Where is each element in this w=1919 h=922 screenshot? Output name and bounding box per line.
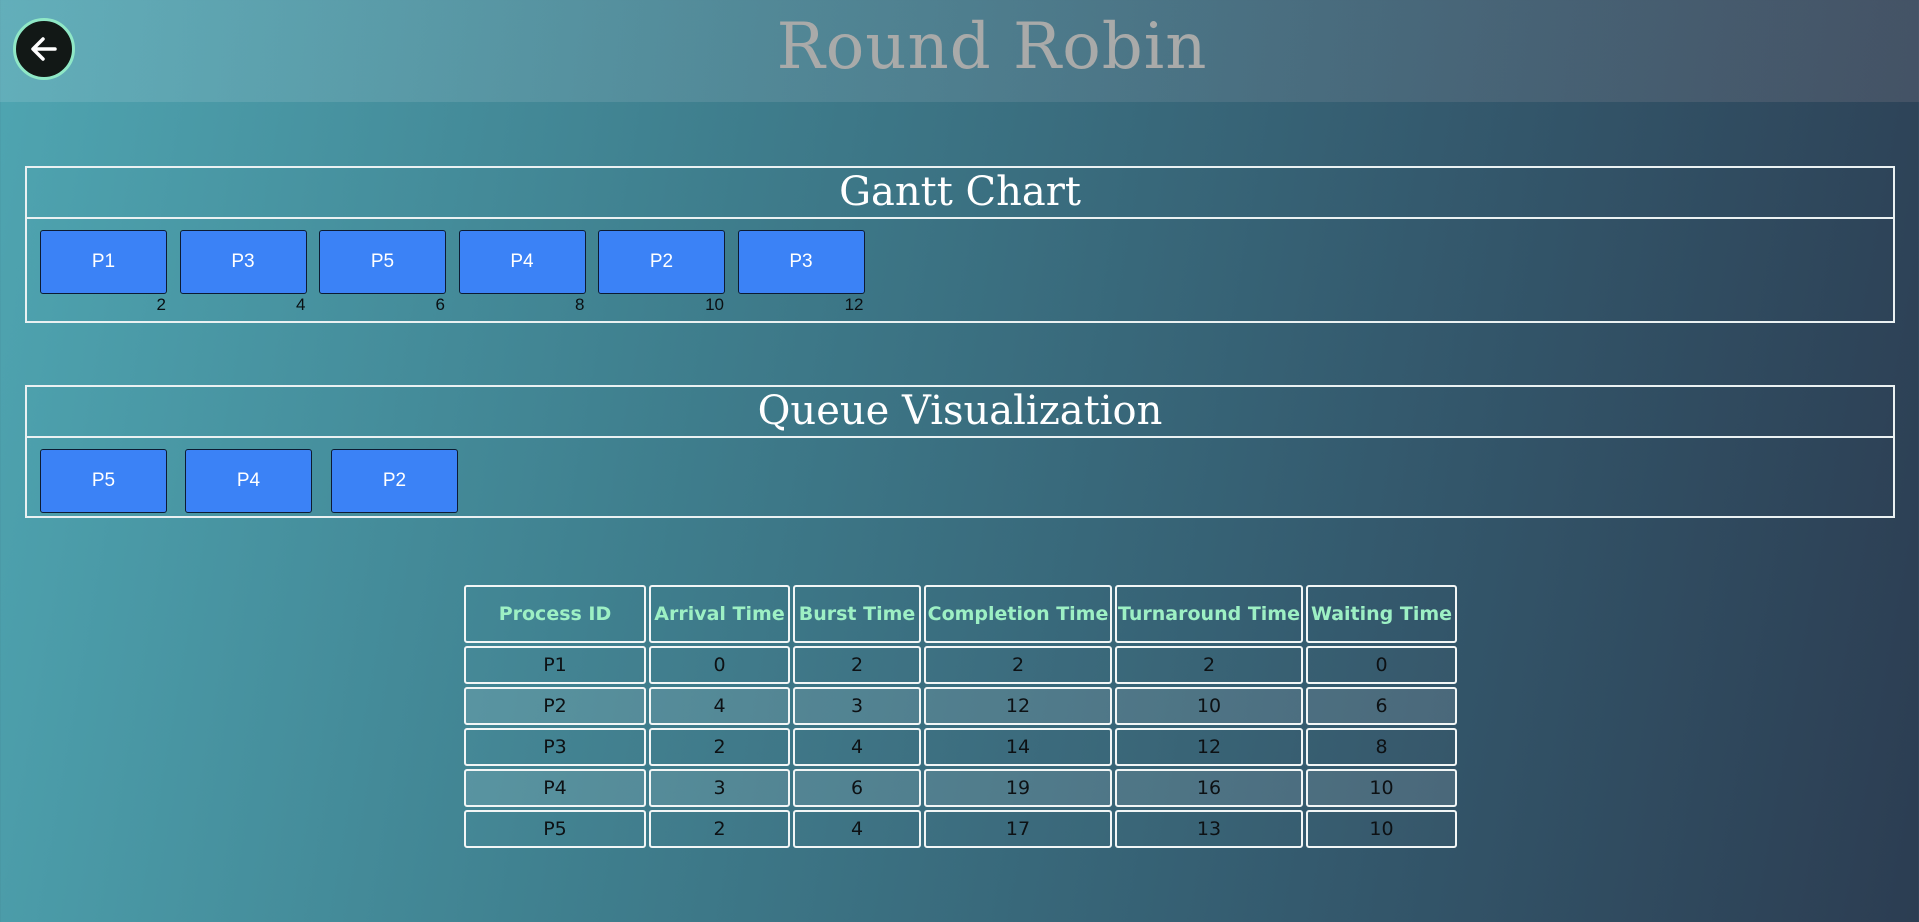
cell-arrival-time: 0: [649, 646, 790, 684]
cell-completion-time: 17: [924, 810, 1112, 848]
table-row: P5 2 4 17 13 10: [464, 810, 1457, 848]
cell-process-id: P4: [464, 769, 646, 807]
header-turnaround-time: Turnaround Time: [1115, 585, 1303, 643]
cell-process-id: P1: [464, 646, 646, 684]
header-completion-time: Completion Time: [924, 585, 1112, 643]
cell-arrival-time: 2: [649, 810, 790, 848]
cell-process-id: P2: [464, 687, 646, 725]
cell-waiting-time: 0: [1306, 646, 1457, 684]
cell-process-id: P5: [464, 810, 646, 848]
queue-item: P5: [40, 449, 167, 513]
cell-burst-time: 3: [793, 687, 921, 725]
table-row: P3 2 4 14 12 8: [464, 728, 1457, 766]
cell-burst-time: 4: [793, 810, 921, 848]
gantt-chart-title: Gantt Chart: [27, 168, 1893, 219]
queue-panel: Queue Visualization P5 P4 P2: [25, 385, 1895, 518]
gantt-time-label: 2: [156, 295, 166, 314]
process-table: Process ID Arrival Time Burst Time Compl…: [461, 582, 1460, 851]
header-process-id: Process ID: [464, 585, 646, 643]
queue-title: Queue Visualization: [27, 387, 1893, 438]
cell-turnaround-time: 2: [1115, 646, 1303, 684]
cell-turnaround-time: 16: [1115, 769, 1303, 807]
header-arrival-time: Arrival Time: [649, 585, 790, 643]
cell-process-id: P3: [464, 728, 646, 766]
page-title: Round Robin: [776, 10, 1208, 84]
cell-burst-time: 4: [793, 728, 921, 766]
queue-item: P2: [331, 449, 458, 513]
gantt-time-label: 8: [575, 295, 585, 314]
cell-waiting-time: 10: [1306, 810, 1457, 848]
header-burst-time: Burst Time: [793, 585, 921, 643]
cell-waiting-time: 6: [1306, 687, 1457, 725]
cell-waiting-time: 8: [1306, 728, 1457, 766]
cell-turnaround-time: 13: [1115, 810, 1303, 848]
cell-arrival-time: 3: [649, 769, 790, 807]
gantt-block: P3: [737, 230, 865, 294]
cell-completion-time: 2: [924, 646, 1112, 684]
gantt-time-label: 4: [296, 295, 306, 314]
cell-completion-time: 12: [924, 687, 1112, 725]
cell-burst-time: 2: [793, 646, 921, 684]
gantt-time-label: 12: [844, 295, 864, 314]
gantt-block: P5: [319, 230, 446, 294]
table-row: P1 0 2 2 2 0: [464, 646, 1457, 684]
cell-arrival-time: 2: [649, 728, 790, 766]
header-waiting-time: Waiting Time: [1306, 585, 1457, 643]
cell-completion-time: 19: [924, 769, 1112, 807]
table-row: P2 4 3 12 10 6: [464, 687, 1457, 725]
gantt-time-label: 10: [705, 295, 724, 314]
cell-turnaround-time: 10: [1115, 687, 1303, 725]
cell-burst-time: 6: [793, 769, 921, 807]
cell-completion-time: 14: [924, 728, 1112, 766]
table-header-row: Process ID Arrival Time Burst Time Compl…: [464, 585, 1457, 643]
table-row: P4 3 6 19 16 10: [464, 769, 1457, 807]
gantt-block: P1: [40, 230, 167, 294]
gantt-time-label: 6: [435, 295, 445, 314]
gantt-block: P4: [458, 230, 586, 294]
gantt-block: P3: [179, 230, 307, 294]
cell-waiting-time: 10: [1306, 769, 1457, 807]
top-header: Round Robin: [0, 0, 1919, 102]
queue-item: P4: [185, 449, 312, 513]
gantt-chart-panel: Gantt Chart P1 2 P3 4 P5 6 P4 8 P2 10 P3 12: [25, 166, 1895, 323]
cell-turnaround-time: 12: [1115, 728, 1303, 766]
gantt-block: P2: [598, 230, 725, 294]
cell-arrival-time: 4: [649, 687, 790, 725]
